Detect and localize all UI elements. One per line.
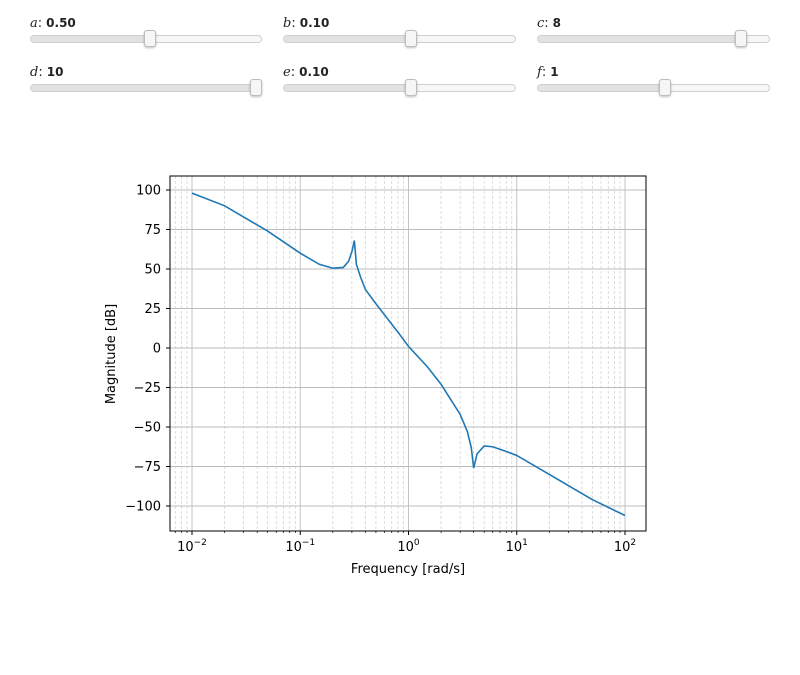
y-tick-label: −100 xyxy=(125,500,161,515)
y-tick-label: −75 xyxy=(134,460,161,475)
x-axis-label: Frequency [rad/s] xyxy=(351,562,465,577)
x-tick-label: 10−1 xyxy=(285,538,315,555)
axis-ticks: 100 75 50 25 0 −25 −50 −75 −100 10−2 10−1 100 101 102 xyxy=(125,184,636,556)
x-tick-label: 102 xyxy=(614,538,636,555)
y-tick-label: 100 xyxy=(136,184,161,199)
grid xyxy=(170,176,646,531)
x-tick-label: 101 xyxy=(506,538,528,555)
y-tick-label: 50 xyxy=(144,263,161,278)
x-tick-label: 100 xyxy=(397,538,420,555)
y-axis-label: Magnitude [dB] xyxy=(104,304,119,404)
y-tick-label: 25 xyxy=(144,302,161,317)
y-tick-label: −25 xyxy=(134,381,161,396)
x-tick-label: 10−2 xyxy=(177,538,207,555)
y-tick-label: −50 xyxy=(134,421,161,436)
bode-magnitude-plot: 100 75 50 25 0 −25 −50 −75 −100 10−2 10−1 100 101 102… xyxy=(104,175,647,577)
y-tick-label: 0 xyxy=(153,342,161,357)
y-tick-label: 75 xyxy=(144,223,161,238)
